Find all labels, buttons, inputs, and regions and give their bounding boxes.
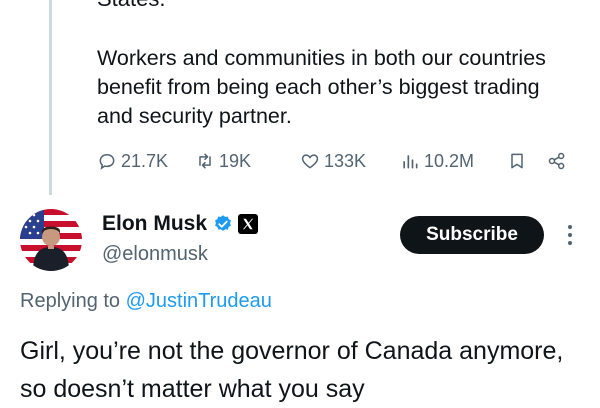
share-icon — [548, 152, 565, 170]
like-button[interactable]: 133K — [300, 146, 366, 176]
x-logo-icon — [238, 214, 259, 234]
repost-icon — [199, 153, 211, 169]
thread-line — [49, 0, 52, 195]
views-button[interactable]: 10.2M — [400, 146, 474, 176]
avatar[interactable] — [20, 209, 82, 271]
more-options-button[interactable] — [560, 222, 580, 248]
bookmark-icon — [511, 153, 523, 169]
views-count: 10.2M — [424, 150, 475, 171]
more-vertical-icon — [568, 225, 572, 245]
reply-icon — [99, 153, 115, 170]
author-name[interactable]: Elon Musk — [102, 212, 207, 236]
author-handle[interactable]: @elonmusk — [102, 243, 208, 266]
reply-tweet-text: Girl, you’re not the governor of Canada … — [20, 337, 564, 403]
repost-button[interactable]: 19K — [195, 146, 251, 176]
repost-count: 19K — [219, 150, 252, 171]
like-count: 133K — [324, 150, 367, 171]
reply-author-header: Elon Musk @elonmusk Subscribe — [0, 200, 600, 280]
parent-tweet-text: Workers and communities in both our coun… — [97, 46, 546, 128]
replying-to-link[interactable]: @JustinTrudeau — [126, 290, 272, 312]
heart-icon — [301, 154, 319, 169]
replying-to-prefix: Replying to — [20, 290, 126, 312]
reply-count: 21.7K — [121, 150, 169, 171]
views-icon — [403, 155, 418, 169]
previous-text-fragment: States. — [97, 0, 165, 12]
share-button[interactable] — [547, 146, 571, 176]
name-row: Elon Musk — [102, 212, 259, 236]
replying-to: Replying to @JustinTrudeau — [20, 290, 272, 313]
reply-button[interactable]: 21.7K — [97, 146, 168, 176]
tweet-actions: 21.7K 19K 133K 10.2M — [97, 146, 577, 176]
verified-badge-icon — [215, 215, 231, 231]
subscribe-button[interactable]: Subscribe — [400, 216, 544, 254]
bookmark-button[interactable] — [507, 146, 531, 176]
